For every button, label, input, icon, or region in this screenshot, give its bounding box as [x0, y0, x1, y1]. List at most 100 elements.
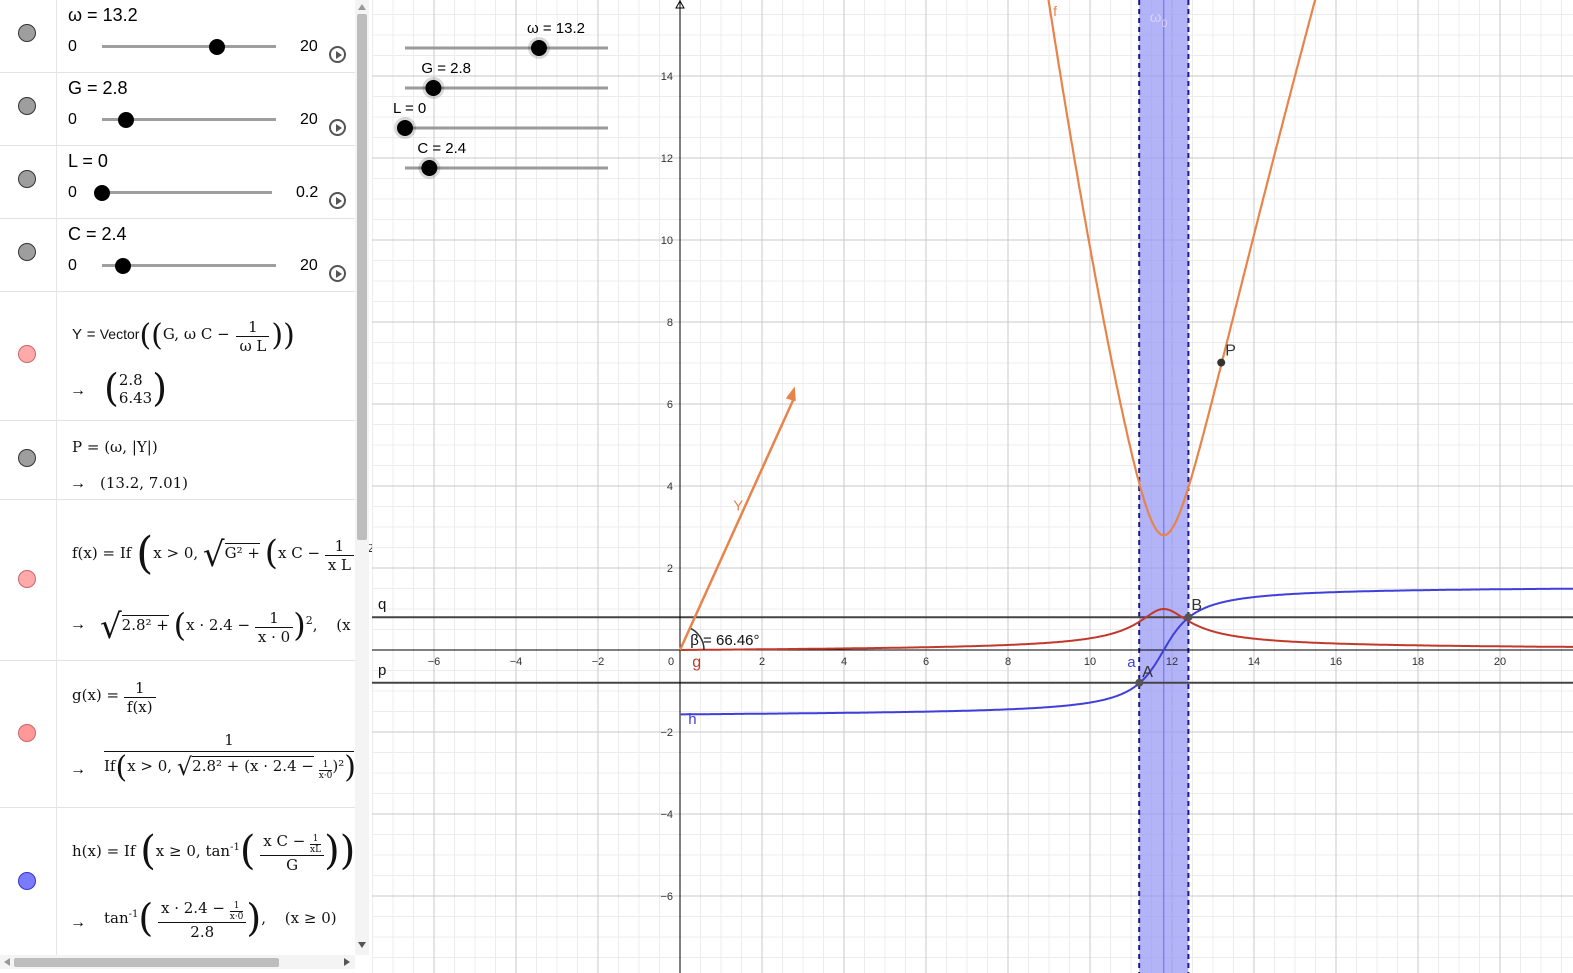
result-f: √2.8² + (x · 2.4 − 1 x · 0 )2, (x >	[100, 606, 368, 647]
object-name-Y: Y	[72, 326, 83, 343]
play-animation-G-icon[interactable]	[329, 119, 346, 136]
scroll-right-icon[interactable]	[344, 958, 350, 966]
x-tick-label: 2	[759, 656, 765, 668]
slider-knob-omega[interactable]	[208, 39, 225, 55]
scroll-down-icon[interactable]	[358, 942, 366, 948]
y-tick-label: −4	[660, 809, 673, 821]
label-q: q	[378, 596, 386, 613]
algebra-row-omega[interactable]: ω = 13.2 0 20	[0, 0, 355, 73]
f-frac-den: x L	[327, 556, 352, 574]
slider-knob-G[interactable]	[118, 112, 135, 128]
visibility-toggle-P[interactable]	[18, 449, 36, 467]
result-arrow: →	[70, 761, 86, 778]
frac-denominator: ω L	[239, 337, 267, 355]
x-tick-label: −2	[592, 656, 605, 668]
label-B: B	[1191, 597, 1202, 614]
g-r-if: If	[104, 757, 116, 775]
point-P[interactable]	[1217, 358, 1226, 367]
y-tick-label: 6	[667, 399, 673, 411]
graphics-view[interactable]: −6 −4 −2 0 2 4 6 8 10 12 14 16 18 20 14 12 10 8 6 4 2 −2 −4 −6…	[372, 0, 1573, 973]
slider-knob-C[interactable]	[114, 258, 131, 274]
label-beta: β = 66.46°	[690, 632, 759, 649]
algebra-row-f[interactable]: f(x) = If (x > 0, √G² + (x C − 1 x L )2 …	[0, 500, 372, 661]
y-tick-label: −6	[660, 891, 673, 903]
vector-fn-label: Vector	[99, 326, 140, 342]
slider-min-omega: 0	[68, 38, 77, 55]
result-P: (13.2, 7.01)	[100, 474, 189, 492]
algebra-row-P[interactable]: P = (ω, |Y|) → (13.2, 7.01)	[0, 421, 355, 500]
graphics-slider-label: ω = 13.2	[527, 20, 585, 37]
graphics-sliders[interactable]: ω = 13.2 G = 2.8 L = 0 C = 2.4	[393, 20, 608, 179]
visibility-toggle-G[interactable]	[18, 97, 36, 115]
algebra-row-L[interactable]: L = 0 0 0.2	[0, 146, 355, 219]
x-tick-label: 12	[1166, 656, 1178, 668]
algebra-row-C[interactable]: C = 2.4 0 20	[0, 219, 355, 292]
point-B[interactable]	[1184, 613, 1193, 622]
g-r-root: 2.8² + (x · 2.4 −	[192, 756, 314, 775]
y-tick-label: 2	[667, 563, 673, 575]
slider-track-omega[interactable]	[102, 45, 276, 48]
algebra-view: ω = 13.2 0 20 G = 2.8 0 20 L = 0 0 0.2 C…	[0, 0, 373, 973]
result-arrow: →	[70, 914, 86, 931]
definition-h: h(x) = If (x ≥ 0, tan-1( x C − 1 xL G ))	[72, 828, 356, 874]
algebra-row-g[interactable]: g(x) = 1 f(x) → 1 If(x > 0, √2.8² + (x ·…	[0, 661, 356, 808]
play-animation-L-icon[interactable]	[329, 192, 346, 209]
f-r-exp: 2	[305, 614, 313, 627]
y-tick-label: −2	[660, 727, 673, 739]
h-cond: x ≥ 0, tan	[155, 842, 231, 860]
vector-args: G, ω C −	[162, 325, 230, 343]
curve-h[interactable]	[680, 587, 1573, 716]
x-tick-label: 10	[1084, 656, 1096, 668]
vector-Y[interactable]	[678, 395, 796, 651]
scroll-left-icon[interactable]	[4, 958, 10, 966]
visibility-toggle-g[interactable]	[18, 724, 36, 742]
h-lhs: h(x) = If	[72, 842, 136, 860]
algebra-horizontal-scroll-thumb[interactable]	[14, 958, 279, 967]
definition-f: f(x) = If (x > 0, √G² + (x C − 1 x L )2	[72, 528, 372, 579]
algebra-vertical-scroll-thumb[interactable]	[357, 14, 367, 540]
x-tick-label: 4	[841, 656, 847, 668]
f-lhs: f(x) = If	[72, 544, 132, 562]
slider-max-L: 0.2	[296, 184, 319, 201]
x-tick-label: 6	[923, 656, 929, 668]
visibility-toggle-h[interactable]	[18, 872, 36, 890]
slider-label-G: G = 2.8	[68, 78, 128, 98]
play-animation-omega-icon[interactable]	[329, 46, 346, 63]
y-tick-label: 8	[667, 317, 673, 329]
f-paren: x C −	[277, 544, 321, 562]
graphics-slider-label: C = 2.4	[417, 140, 466, 157]
x-tick-label: 0	[668, 656, 674, 668]
result-Y: ( 2.8 6.43 )	[104, 366, 168, 410]
h-r-inv: -1	[128, 909, 139, 920]
label-A: A	[1142, 664, 1153, 681]
graphics-slider-knob-halo	[418, 157, 441, 179]
x-tick-label: 8	[1005, 656, 1011, 668]
result-arrow: →	[70, 616, 86, 633]
slider-label-omega: ω = 13.2	[68, 5, 138, 25]
result-arrow: →	[70, 475, 86, 492]
visibility-toggle-Y[interactable]	[18, 345, 36, 363]
slider-knob-L[interactable]	[94, 185, 110, 201]
g-lhs: g(x) =	[72, 686, 120, 704]
label-P: P	[1225, 343, 1236, 360]
scroll-up-icon[interactable]	[358, 4, 366, 10]
algebra-row-Y[interactable]: Y = Vector((G, ω C − 1 ω L )) → ( 2.8 6.…	[0, 292, 355, 421]
label-a: a	[1127, 654, 1136, 671]
g-r-close: )²	[332, 757, 345, 775]
visibility-toggle-f[interactable]	[18, 570, 36, 588]
result-Y-top: 2.8	[118, 371, 143, 389]
graphics-slider-label: G = 2.8	[421, 60, 471, 77]
slider-track-L[interactable]	[102, 191, 272, 194]
graphics-slider-knob-halo	[527, 37, 550, 59]
definition-g: g(x) = 1 f(x)	[72, 679, 156, 716]
slider-max-C: 20	[300, 257, 318, 274]
algebra-row-h[interactable]: h(x) = If (x ≥ 0, tan-1( x C − 1 xL G ))…	[0, 808, 355, 958]
grid-major	[372, 0, 1573, 973]
frac-numerator: 1	[236, 318, 270, 337]
play-animation-C-icon[interactable]	[329, 265, 346, 282]
algebra-row-G[interactable]: G = 2.8 0 20	[0, 73, 355, 146]
h-r-cond: (x ≥ 0)	[284, 909, 337, 927]
visibility-toggle-L[interactable]	[18, 170, 36, 188]
visibility-toggle-omega[interactable]	[18, 24, 36, 42]
visibility-toggle-C[interactable]	[18, 243, 36, 261]
